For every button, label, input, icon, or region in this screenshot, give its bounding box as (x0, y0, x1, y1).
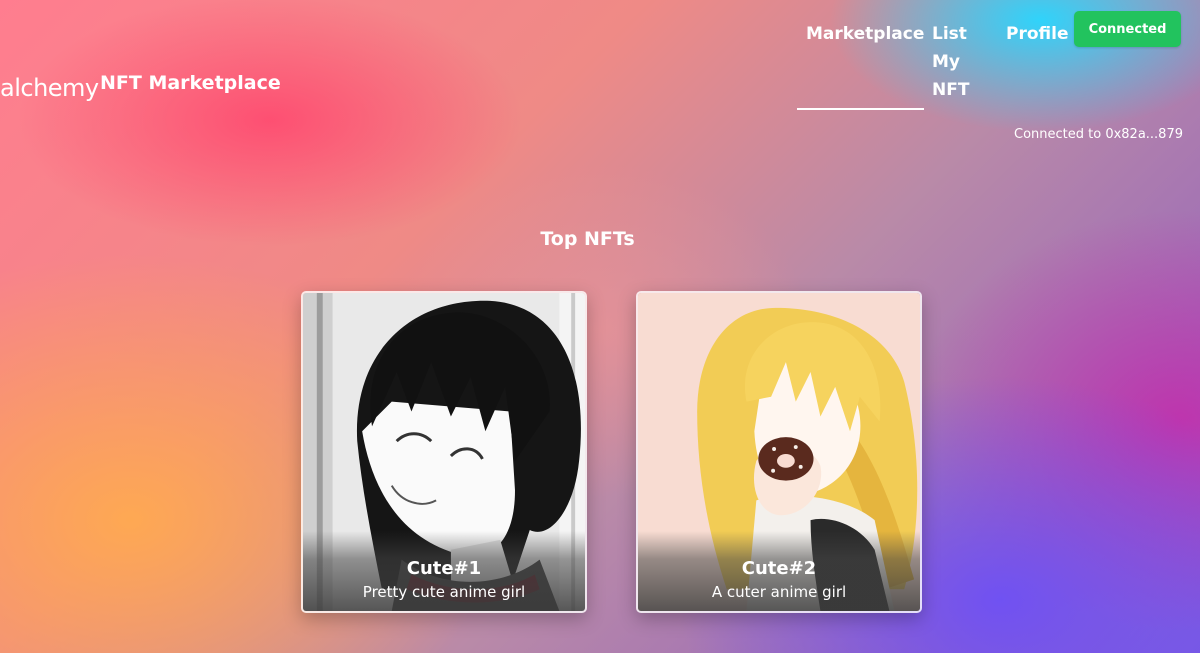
section-title: Top NFTs (540, 228, 635, 250)
nav-list-my-nft-line-2: My (932, 52, 960, 72)
nft-description: Pretty cute anime girl (362, 583, 526, 601)
logo[interactable]: alchemy (0, 74, 99, 102)
nav-list-my-nft-line-3: NFT (932, 80, 970, 100)
nft-name: Cute#2 (741, 558, 817, 579)
nav-profile[interactable]: Profile (1006, 20, 1068, 48)
nft-card[interactable]: Cute#1 Pretty cute anime girl (301, 291, 587, 613)
nav-marketplace[interactable]: Marketplace (806, 20, 924, 48)
page-title: NFT Marketplace (100, 72, 281, 94)
nft-card[interactable]: Cute#2 A cuter anime girl (636, 291, 922, 613)
nav-active-underline (797, 108, 924, 110)
nft-name: Cute#1 (406, 558, 482, 579)
connect-wallet-button[interactable]: Connected (1074, 11, 1181, 47)
nav-list-my-nft[interactable]: List My NFT (932, 20, 980, 104)
wallet-address-status: Connected to 0x82a...879 (1014, 127, 1183, 142)
nft-description: A cuter anime girl (711, 583, 847, 601)
nav-list-my-nft-line-1: List (932, 24, 967, 44)
